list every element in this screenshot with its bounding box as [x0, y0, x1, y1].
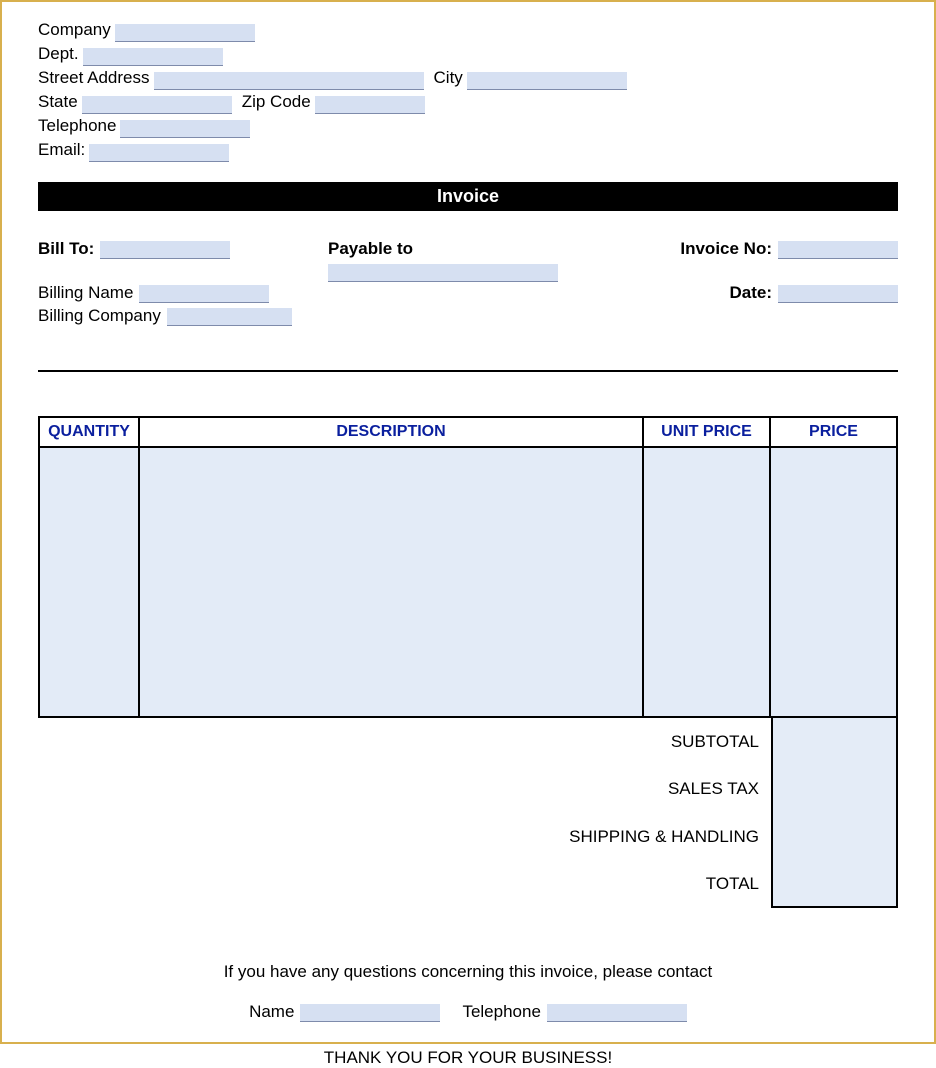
invoice-no-input[interactable] [778, 241, 898, 259]
description-cell[interactable] [139, 447, 643, 717]
company-label: Company [38, 18, 111, 42]
separator-line [38, 370, 898, 372]
street-address-input[interactable] [154, 72, 424, 90]
date-label: Date: [729, 283, 772, 303]
invoice-banner: Invoice [38, 182, 898, 211]
sales-tax-label: SALES TAX [668, 779, 759, 799]
price-cell[interactable] [770, 447, 897, 717]
totals-section: SUBTOTAL SALES TAX SHIPPING & HANDLING T… [38, 718, 898, 908]
city-label: City [434, 66, 463, 90]
subtotal-label: SUBTOTAL [671, 732, 759, 752]
payable-to-input[interactable] [328, 264, 558, 282]
footer-name-input[interactable] [300, 1004, 440, 1022]
invoice-no-label: Invoice No: [680, 239, 772, 259]
totals-amount-box[interactable] [771, 718, 898, 908]
table-row [39, 447, 897, 717]
telephone-label: Telephone [38, 114, 116, 138]
thank-you-line: THANK YOU FOR YOUR BUSINESS! [38, 1048, 898, 1068]
billing-company-input[interactable] [167, 308, 292, 326]
email-label: Email: [38, 138, 85, 162]
zip-input[interactable] [315, 96, 425, 114]
state-label: State [38, 90, 78, 114]
email-input[interactable] [89, 144, 229, 162]
col-description: DESCRIPTION [139, 417, 643, 447]
date-input[interactable] [778, 285, 898, 303]
quantity-cell[interactable] [39, 447, 139, 717]
total-label: TOTAL [706, 874, 759, 894]
footer-question-line: If you have any questions concerning thi… [38, 962, 898, 982]
state-input[interactable] [82, 96, 232, 114]
col-unit-price: UNIT PRICE [643, 417, 770, 447]
footer-telephone-label: Telephone [462, 1002, 540, 1022]
company-input[interactable] [115, 24, 255, 42]
payable-to-label: Payable to [328, 239, 608, 259]
billing-section: Bill To: Billing Name Billing Company Pa… [38, 239, 898, 326]
city-input[interactable] [467, 72, 627, 90]
unit-price-cell[interactable] [643, 447, 770, 717]
billing-name-input[interactable] [139, 285, 269, 303]
footer-name-label: Name [249, 1002, 294, 1022]
footer-telephone-input[interactable] [547, 1004, 687, 1022]
footer-section: If you have any questions concerning thi… [38, 962, 898, 1068]
bill-to-label: Bill To: [38, 239, 94, 259]
billing-name-label: Billing Name [38, 283, 133, 303]
bill-to-input[interactable] [100, 241, 230, 259]
col-quantity: QUANTITY [39, 417, 139, 447]
shipping-label: SHIPPING & HANDLING [569, 827, 759, 847]
street-address-label: Street Address [38, 66, 150, 90]
dept-input[interactable] [83, 48, 223, 66]
billing-company-label: Billing Company [38, 306, 161, 326]
line-items-table: QUANTITY DESCRIPTION UNIT PRICE PRICE [38, 416, 898, 718]
col-price: PRICE [770, 417, 897, 447]
telephone-input[interactable] [120, 120, 250, 138]
company-header-block: Company Dept. Street Address City State … [38, 18, 898, 162]
zip-label: Zip Code [242, 90, 311, 114]
dept-label: Dept. [38, 42, 79, 66]
